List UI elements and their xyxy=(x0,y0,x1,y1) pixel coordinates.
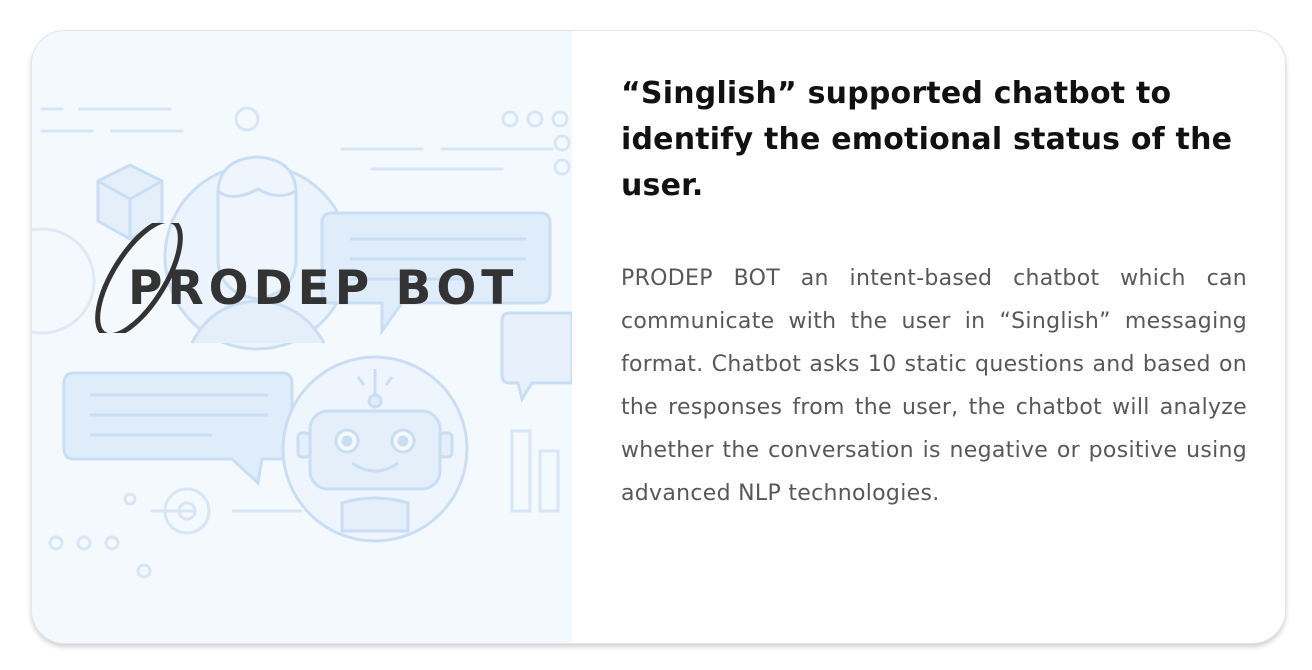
card-description: PRODEP BOT an intent-based chatbot which… xyxy=(621,266,1247,506)
chatbot-illustration xyxy=(32,106,572,579)
prodep-bot-logo: PRODEP BOT xyxy=(76,223,516,333)
project-image: PRODEP BOT xyxy=(32,31,572,643)
project-card: PRODEP BOT “Singlish” supported chatbot … xyxy=(31,30,1286,644)
card-title: “Singlish” supported chatbot to identify… xyxy=(621,76,1233,203)
card-content: “Singlish” supported chatbot to identify… xyxy=(621,71,1247,515)
logo-text: PRODEP BOT xyxy=(128,261,519,316)
robot-avatar-icon xyxy=(281,355,469,543)
